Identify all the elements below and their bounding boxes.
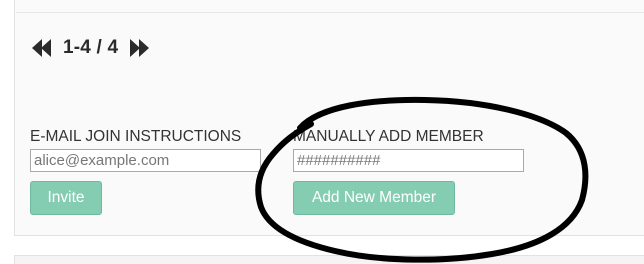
member-id-input[interactable]	[293, 149, 524, 172]
page: 1-4 / 4 E-MAIL JOIN INSTRUCTIONS Invite …	[0, 0, 644, 264]
pagination: 1-4 / 4	[32, 36, 150, 60]
manual-add-label: MANUALLY ADD MEMBER	[293, 128, 484, 145]
email-join-label: E-MAIL JOIN INSTRUCTIONS	[30, 128, 242, 145]
page-range: 1-4 / 4	[63, 37, 119, 58]
invite-button[interactable]: Invite	[30, 181, 102, 215]
next-panel-edge	[14, 255, 644, 264]
email-input[interactable]	[30, 149, 261, 172]
fast-forward-icon[interactable]	[128, 39, 150, 57]
email-join-section: E-MAIL JOIN INSTRUCTIONS Invite	[30, 128, 261, 215]
divider	[16, 12, 644, 13]
manual-add-section: MANUALLY ADD MEMBER Add New Member	[293, 128, 524, 215]
add-new-member-button[interactable]: Add New Member	[293, 181, 455, 215]
rewind-icon[interactable]	[32, 39, 54, 57]
